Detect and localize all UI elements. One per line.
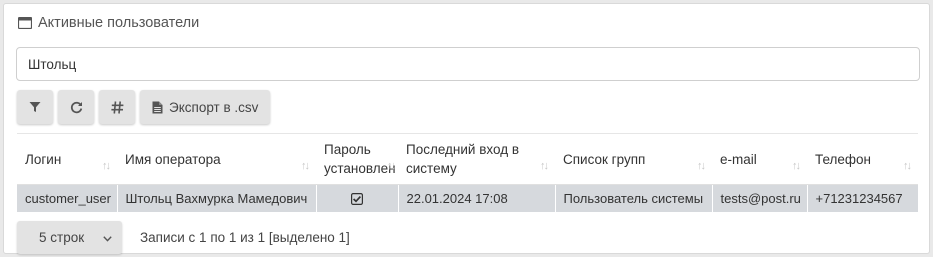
column-header-phone[interactable]: Телефон ↑↓ <box>807 133 918 185</box>
column-label: Телефон <box>815 151 872 167</box>
page-size-value: 5 строк <box>39 230 85 245</box>
sort-icon: ↑↓ <box>301 160 310 172</box>
table-header-row: Логин ↑↓ Имя оператора ↑↓ Пароль установле… <box>17 133 918 185</box>
chevron-down-icon <box>103 230 112 245</box>
cell-last-login: 22.01.2024 17:08 <box>398 184 556 212</box>
column-header-groups[interactable]: Список групп ↑↓ <box>555 133 712 185</box>
panel-title: Активные пользователи <box>38 15 200 31</box>
column-header-login[interactable]: Логин ↑↓ <box>17 133 117 185</box>
column-label: Пароль установлен <box>324 142 396 176</box>
panel-header: Активные пользователи <box>17 12 200 34</box>
sort-icon: ↑↓ <box>697 160 706 172</box>
cell-password-set <box>316 184 399 212</box>
column-header-last-login[interactable]: Последний вход в систему ↑↓ <box>398 133 555 185</box>
export-csv-label: Экспорт в .csv <box>169 99 259 115</box>
page-size-select[interactable]: 5 строк <box>17 221 122 254</box>
file-icon <box>152 101 163 114</box>
sort-icon: ↑↓ <box>387 160 396 172</box>
columns-hash-button[interactable] <box>99 90 135 124</box>
records-info: Записи с 1 по 1 из 1 [выделено 1] <box>140 230 350 245</box>
filter-button[interactable] <box>17 90 53 124</box>
column-label: Список групп <box>563 151 646 167</box>
column-header-name[interactable]: Имя оператора ↑↓ <box>117 133 316 185</box>
column-header-password[interactable]: Пароль установлен ↑↓ <box>316 133 398 185</box>
table-row[interactable]: customer_user Штольц Вахмурка Мамедович … <box>17 184 918 212</box>
hash-icon <box>110 100 124 114</box>
sort-icon: ↑↓ <box>792 160 801 172</box>
cell-login: customer_user <box>17 184 118 212</box>
active-users-panel: Активные пользователи Штольц Экспорт в .… <box>3 3 930 254</box>
column-header-email[interactable]: e-mail ↑↓ <box>712 133 807 185</box>
sort-icon: ↑↓ <box>540 160 549 172</box>
window-icon <box>17 16 33 30</box>
filter-icon <box>29 101 41 113</box>
table-footer: 5 строк Записи с 1 по 1 из 1 [выделено 1… <box>17 221 350 254</box>
column-label: e-mail <box>720 151 757 167</box>
checkbox-checked-icon <box>351 191 364 206</box>
cell-name: Штольц Вахмурка Мамедович <box>117 184 317 212</box>
column-label: Последний вход в систему <box>406 142 519 176</box>
column-label: Логин <box>25 151 62 167</box>
refresh-button[interactable] <box>58 90 94 124</box>
column-label: Имя оператора <box>125 151 221 167</box>
refresh-icon <box>70 101 83 114</box>
cell-email: tests@post.ru <box>712 184 808 212</box>
export-csv-button[interactable]: Экспорт в .csv <box>140 90 271 124</box>
toolbar: Экспорт в .csv <box>17 90 271 124</box>
sort-icon: ↑↓ <box>903 160 912 172</box>
cell-phone: +71231234567 <box>807 184 918 212</box>
sort-icon: ↑↓ <box>102 160 111 172</box>
cell-groups: Пользователь системы <box>555 184 713 212</box>
users-table: Логин ↑↓ Имя оператора ↑↓ Пароль установле… <box>17 133 918 212</box>
search-input[interactable] <box>16 47 920 81</box>
